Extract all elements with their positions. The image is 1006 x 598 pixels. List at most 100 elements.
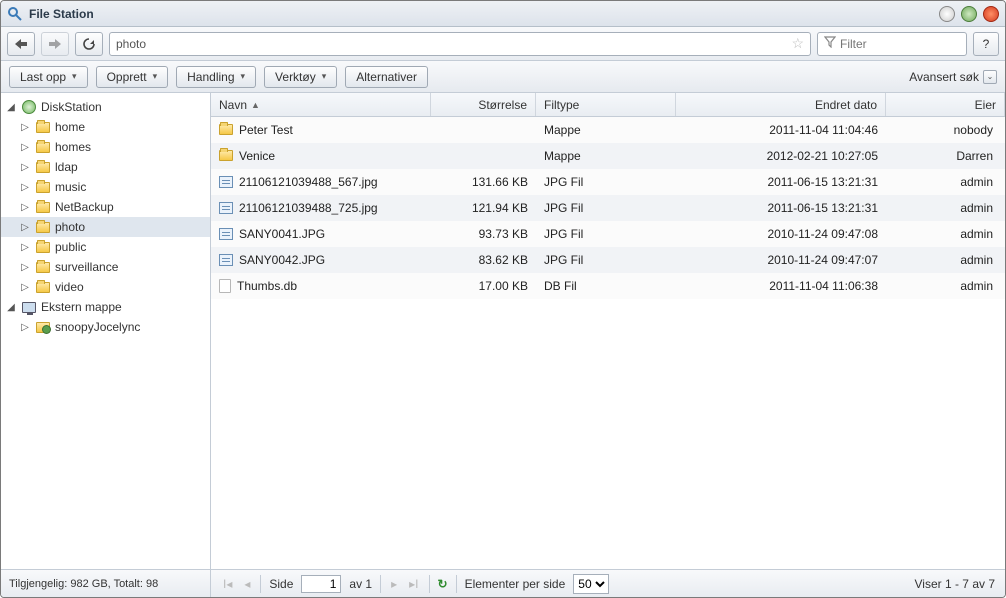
filter-box[interactable] — [817, 32, 967, 56]
column-header-date[interactable]: Endret dato — [676, 93, 886, 116]
expand-icon[interactable]: ▷ — [19, 262, 31, 273]
cell-name: 21106121039488_567.jpg — [239, 175, 378, 189]
expand-icon[interactable]: ▷ — [19, 122, 31, 133]
tree-label: homes — [55, 140, 91, 154]
window-title: File Station — [29, 7, 939, 21]
close-button[interactable] — [983, 6, 999, 22]
collapse-icon[interactable]: ◢ — [5, 102, 17, 113]
cell-name: SANY0042.JPG — [239, 253, 325, 267]
expand-icon[interactable]: ▷ — [19, 282, 31, 293]
favorite-star-icon[interactable]: ☆ — [791, 35, 804, 52]
sidebar-item-public[interactable]: ▷ public — [1, 237, 210, 257]
tree-label: DiskStation — [41, 100, 102, 114]
page-label: Side — [269, 577, 293, 591]
image-file-icon — [219, 176, 233, 188]
path-box[interactable]: ☆ — [109, 32, 811, 56]
toolbar: Last opp▾ Opprett▾ Handling▾ Verktøy▾ Al… — [1, 61, 1005, 93]
chevron-down-icon: ▾ — [241, 71, 246, 82]
sidebar-item-homes[interactable]: ▷ homes — [1, 137, 210, 157]
expand-icon[interactable]: ▷ — [19, 202, 31, 213]
column-header-size[interactable]: Størrelse — [431, 93, 536, 116]
sidebar-item-home[interactable]: ▷ home — [1, 117, 210, 137]
cell-date: 2011-06-15 13:21:31 — [767, 175, 878, 189]
action-button[interactable]: Handling▾ — [176, 66, 256, 88]
cell-size: 83.62 KB — [479, 253, 528, 267]
refresh-grid-button[interactable]: ↻ — [438, 577, 448, 591]
options-button[interactable]: Alternativer — [345, 66, 428, 88]
window-controls — [939, 6, 999, 22]
tree-label: photo — [55, 220, 85, 234]
create-button[interactable]: Opprett▾ — [96, 66, 169, 88]
expand-icon[interactable]: ▷ — [19, 162, 31, 173]
sidebar-item-ldap[interactable]: ▷ldap — [1, 157, 210, 177]
table-row[interactable]: VeniceMappe2012-02-21 10:27:05Darren — [211, 143, 1005, 169]
prev-page-button[interactable]: ◂ — [242, 577, 252, 591]
advanced-search-toggle[interactable]: Avansert søk ⌄ — [909, 70, 997, 84]
sidebar-item-photo[interactable]: ▷ photo — [1, 217, 210, 237]
chevron-down-icon: ▾ — [72, 71, 77, 82]
tool-button[interactable]: Verktøy▾ — [264, 66, 337, 88]
table-row[interactable]: SANY0041.JPG93.73 KBJPG Fil2010-11-24 09… — [211, 221, 1005, 247]
last-page-button[interactable]: ▸I — [407, 577, 420, 591]
sidebar-item-surveillance[interactable]: ▷surveillance — [1, 257, 210, 277]
sidebar-item-NetBackup[interactable]: ▷NetBackup — [1, 197, 210, 217]
page-input[interactable] — [301, 575, 341, 593]
refresh-button[interactable] — [75, 32, 103, 56]
tree-root-diskstation[interactable]: ◢ DiskStation — [1, 97, 210, 117]
cell-size: 121.94 KB — [472, 201, 528, 215]
folder-icon — [36, 282, 50, 293]
tree-label: public — [55, 240, 86, 254]
column-header-owner[interactable]: Eier — [886, 93, 1005, 116]
sidebar-item-snoopyJocelync[interactable]: ▷snoopyJocelync — [1, 317, 210, 337]
help-button[interactable]: ? — [973, 32, 999, 56]
forward-button[interactable] — [41, 32, 69, 56]
column-header-type[interactable]: Filtype — [536, 93, 676, 116]
back-button[interactable] — [7, 32, 35, 56]
sidebar-item-music[interactable]: ▷music — [1, 177, 210, 197]
maximize-button[interactable] — [961, 6, 977, 22]
cell-size: 17.00 KB — [479, 279, 528, 293]
column-header-name[interactable]: Navn▲ — [211, 93, 431, 116]
image-file-icon — [219, 254, 233, 266]
expand-icon[interactable]: ▷ — [19, 142, 31, 153]
cell-type: JPG Fil — [544, 253, 583, 267]
table-row[interactable]: Peter TestMappe2011-11-04 11:04:46nobody — [211, 117, 1005, 143]
next-page-button[interactable]: ▸ — [389, 577, 399, 591]
table-row[interactable]: 21106121039488_725.jpg121.94 KBJPG Fil20… — [211, 195, 1005, 221]
cell-size: 131.66 KB — [472, 175, 528, 189]
table-row[interactable]: SANY0042.JPG83.62 KBJPG Fil2010-11-24 09… — [211, 247, 1005, 273]
titlebar: File Station — [1, 1, 1005, 27]
body: ◢ DiskStation ▷ home ▷ homes ▷ldap▷music▷Net… — [1, 93, 1005, 569]
upload-button[interactable]: Last opp▾ — [9, 66, 88, 88]
tree-root-external[interactable]: ◢ Ekstern mappe — [1, 297, 210, 317]
expand-icon[interactable]: ▷ — [19, 322, 31, 333]
first-page-button[interactable]: I◂ — [221, 577, 234, 591]
cell-date: 2010-11-24 09:47:08 — [767, 227, 878, 241]
tree-label: Ekstern mappe — [41, 300, 122, 314]
tree-label: home — [55, 120, 85, 134]
table-row[interactable]: 21106121039488_567.jpg131.66 KBJPG Fil20… — [211, 169, 1005, 195]
network-folder-icon — [36, 322, 50, 333]
cell-owner: admin — [960, 201, 993, 215]
page-of-label: av 1 — [349, 577, 372, 591]
filter-input[interactable] — [840, 37, 995, 51]
file-grid: Navn▲ Størrelse Filtype Endret dato Eier… — [211, 93, 1005, 569]
sidebar-item-video[interactable]: ▷video — [1, 277, 210, 297]
sort-asc-icon: ▲ — [251, 100, 260, 110]
folder-icon — [36, 262, 50, 273]
path-input[interactable] — [116, 37, 791, 51]
cell-size: 93.73 KB — [479, 227, 528, 241]
table-row[interactable]: Thumbs.db17.00 KBDB Fil2011-11-04 11:06:… — [211, 273, 1005, 299]
expand-icon[interactable]: ▷ — [19, 242, 31, 253]
expand-icon[interactable]: ▷ — [19, 182, 31, 193]
per-page-label: Elementer per side — [465, 577, 566, 591]
cell-owner: admin — [960, 175, 993, 189]
cell-owner: admin — [960, 227, 993, 241]
cell-date: 2011-11-04 11:06:38 — [769, 279, 878, 293]
cell-name: SANY0041.JPG — [239, 227, 325, 241]
collapse-icon[interactable]: ◢ — [5, 302, 17, 313]
cell-date: 2011-11-04 11:04:46 — [769, 123, 878, 137]
minimize-button[interactable] — [939, 6, 955, 22]
per-page-select[interactable]: 50 — [573, 574, 609, 594]
expand-icon[interactable]: ▷ — [19, 222, 31, 233]
